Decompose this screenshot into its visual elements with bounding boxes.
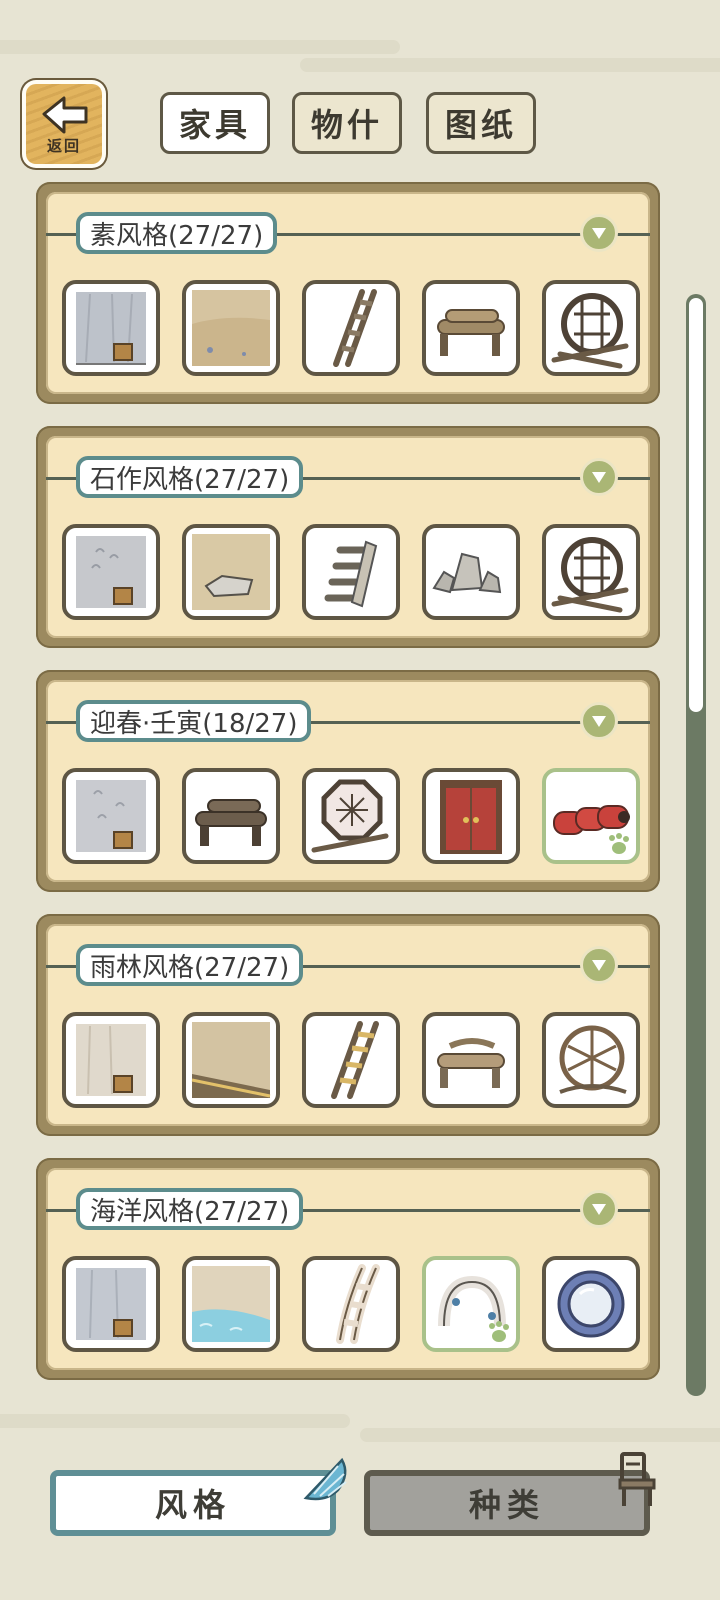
furniture-item-porthole[interactable] [542,1256,640,1352]
ladder-icon [333,289,377,367]
style-set-panel: 雨林风格(27/27) [36,914,660,1136]
background-stroke [0,40,400,54]
set-title: 海洋风格(27/27) [76,1188,304,1230]
style-set-panel: 迎春·壬寅(18/27) [36,670,660,892]
set-title: 石作风格(27/27) [76,456,304,498]
background-stroke [300,58,720,72]
collapse-toggle-button[interactable] [580,458,618,496]
furniture-item-wall[interactable] [62,1012,160,1108]
furniture-item-ladder[interactable] [302,1256,400,1352]
background-stroke [360,1428,720,1442]
furniture-item-firecracker-rolls[interactable] [542,768,640,864]
wall-icon [76,1024,146,1096]
furniture-item-octagon-window[interactable] [302,768,400,864]
style-set-panel: 素风格(27/27) [36,182,660,404]
stone-stairs-icon [324,540,378,608]
furniture-item-stone-stairs[interactable] [302,524,400,620]
style-set-panel: 石作风格(27/27) [36,426,660,648]
furniture-item-floor[interactable] [182,1256,280,1352]
shell-icon [303,1457,347,1501]
furniture-item-shell-arch[interactable] [422,1256,520,1352]
bench-icon [437,309,505,356]
floor-icon [191,1022,271,1098]
furniture-item-wall[interactable] [62,280,160,376]
wall-icon [76,536,146,608]
set-title: 素风格(27/27) [76,212,278,254]
back-button-face: 返回 [26,84,102,164]
collapse-toggle-button[interactable] [580,702,618,740]
chair-icon [618,1452,656,1506]
floor-icon [192,534,270,610]
style-filter-button[interactable]: 风格 [50,1470,336,1536]
tab-furniture[interactable]: 家具 [160,92,270,154]
round-window-icon [559,1025,627,1094]
scrollbar[interactable] [686,294,706,1396]
furniture-item-ladder[interactable] [302,1012,400,1108]
background-stroke [0,1414,350,1428]
furniture-item-wall[interactable] [62,768,160,864]
bench-icon [195,799,267,846]
furniture-item-floor[interactable] [182,280,280,376]
furniture-item-bench[interactable] [182,768,280,864]
collapse-toggle-button[interactable] [580,214,618,252]
wall-icon [76,292,146,365]
furniture-item-bench[interactable] [422,280,520,376]
furniture-item-round-window[interactable] [542,280,640,376]
back-button[interactable]: 返回 [22,80,106,168]
octagon-window-icon [311,779,389,853]
bench-icon [437,1038,505,1088]
category-filter-button[interactable]: 种类 [364,1470,650,1536]
furniture-item-rocks[interactable] [422,524,520,620]
scrollbar-thumb[interactable] [689,298,703,712]
furniture-item-ladder[interactable] [302,280,400,376]
furniture-item-floor[interactable] [182,1012,280,1108]
floor-icon [192,290,270,366]
porthole-icon [557,1270,625,1338]
round-window-icon [551,293,629,369]
round-window-icon [551,537,629,613]
set-title: 雨林风格(27/27) [76,944,304,986]
furniture-item-floor[interactable] [182,524,280,620]
floor-icon [192,1266,270,1342]
furniture-item-bench[interactable] [422,1012,520,1108]
style-set-panel: 海洋风格(27/27) [36,1158,660,1380]
furniture-item-red-door[interactable] [422,768,520,864]
furniture-item-wall[interactable] [62,1256,160,1352]
furniture-item-round-window[interactable] [542,1012,640,1108]
tab-blueprints[interactable]: 图纸 [426,92,536,154]
back-button-label: 返回 [46,137,81,155]
new-paw-icon [489,1321,509,1342]
ladder-icon [331,1021,379,1099]
furniture-item-round-window[interactable] [542,524,640,620]
wall-icon [76,780,146,852]
collapse-toggle-button[interactable] [580,1190,618,1228]
wall-icon [76,1268,146,1340]
tab-items[interactable]: 物什 [292,92,402,154]
red-door-icon [440,780,502,854]
rocks-icon [432,552,502,594]
ladder-icon [336,1264,380,1344]
collapse-toggle-button[interactable] [580,946,618,984]
set-title: 迎春·壬寅(18/27) [76,700,312,742]
new-paw-icon [609,833,629,854]
furniture-item-wall[interactable] [62,524,160,620]
